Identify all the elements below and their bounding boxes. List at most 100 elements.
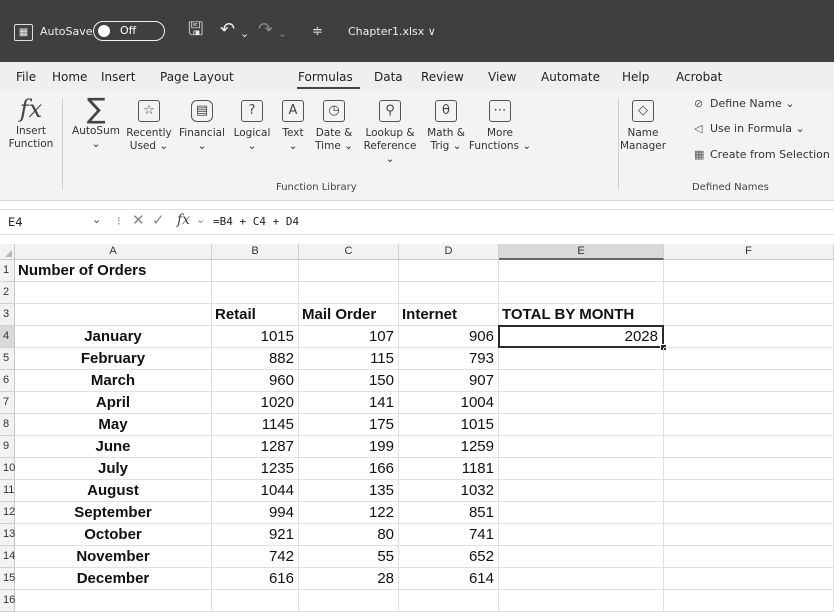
cell-c14[interactable]: 55 <box>299 546 399 568</box>
cell-f16[interactable] <box>664 590 834 612</box>
column-header-c[interactable]: C <box>299 244 399 260</box>
text-button[interactable]: A Text ⌄ <box>276 96 310 153</box>
cell-d9[interactable]: 1259 <box>399 436 499 458</box>
name-box-dropdown-icon[interactable]: ⌄ <box>92 213 101 226</box>
cell-d14[interactable]: 652 <box>399 546 499 568</box>
cell-e7[interactable] <box>499 392 664 414</box>
cell-f5[interactable] <box>664 348 834 370</box>
cell-d11[interactable]: 1032 <box>399 480 499 502</box>
fx-dropdown-icon[interactable]: ⌄ <box>196 213 205 226</box>
enter-check-icon[interactable]: ✓ <box>152 211 165 229</box>
cell-d12[interactable]: 851 <box>399 502 499 524</box>
tab-help[interactable]: Help <box>622 70 649 84</box>
date-time-button[interactable]: ◷ Date & Time ⌄ <box>312 96 356 153</box>
redo-dropdown-icon[interactable]: ⌄ <box>278 24 287 44</box>
cell-a2[interactable] <box>15 282 212 304</box>
customize-qat-icon[interactable]: ≑ <box>312 22 323 42</box>
tab-page-layout[interactable]: Page Layout <box>160 70 234 84</box>
cell-c16[interactable] <box>299 590 399 612</box>
cell-a11[interactable]: August <box>15 480 212 502</box>
drag-handle-icon[interactable]: ⁝ <box>117 214 121 228</box>
cell-b13[interactable]: 921 <box>212 524 299 546</box>
cell-a4[interactable]: January <box>15 326 212 348</box>
select-all-corner[interactable] <box>0 244 15 260</box>
cell-e2[interactable] <box>499 282 664 304</box>
cell-c5[interactable]: 115 <box>299 348 399 370</box>
cell-e1[interactable] <box>499 260 664 282</box>
name-manager-button[interactable]: ◇ Name Manager <box>620 96 666 153</box>
cell-f10[interactable] <box>664 458 834 480</box>
cell-f13[interactable] <box>664 524 834 546</box>
cell-b14[interactable]: 742 <box>212 546 299 568</box>
row-header[interactable]: 15 <box>0 568 15 590</box>
cell-c13[interactable]: 80 <box>299 524 399 546</box>
cell-b2[interactable] <box>212 282 299 304</box>
row-header[interactable]: 16 <box>0 590 15 612</box>
cell-f1[interactable] <box>664 260 834 282</box>
cell-b12[interactable]: 994 <box>212 502 299 524</box>
row-header[interactable]: 11 <box>0 480 15 502</box>
cell-c1[interactable] <box>299 260 399 282</box>
recently-used-button[interactable]: ☆ Recently Used ⌄ <box>124 96 174 153</box>
cell-e15[interactable] <box>499 568 664 590</box>
cell-f4[interactable] <box>664 326 834 348</box>
cell-c8[interactable]: 175 <box>299 414 399 436</box>
cell-e9[interactable] <box>499 436 664 458</box>
file-name[interactable]: Chapter1.xlsx ∨ <box>348 25 436 38</box>
cell-b8[interactable]: 1145 <box>212 414 299 436</box>
row-header[interactable]: 4 <box>0 326 15 348</box>
cell-e14[interactable] <box>499 546 664 568</box>
cell-e13[interactable] <box>499 524 664 546</box>
tab-automate[interactable]: Automate <box>541 70 600 84</box>
cell-f7[interactable] <box>664 392 834 414</box>
cell-a9[interactable]: June <box>15 436 212 458</box>
autosave-toggle[interactable]: Off <box>93 21 165 41</box>
redo-icon[interactable]: ↷ <box>258 20 273 40</box>
column-header-a[interactable]: A <box>15 244 212 260</box>
insert-function-fx-icon[interactable]: fx <box>177 212 190 228</box>
tab-file[interactable]: File <box>16 70 36 84</box>
cell-d13[interactable]: 741 <box>399 524 499 546</box>
cell-c6[interactable]: 150 <box>299 370 399 392</box>
cell-e6[interactable] <box>499 370 664 392</box>
cell-a13[interactable]: October <box>15 524 212 546</box>
row-header[interactable]: 8 <box>0 414 15 436</box>
more-functions-button[interactable]: ⋯ More Functions ⌄ <box>468 96 532 153</box>
cell-f11[interactable] <box>664 480 834 502</box>
define-name-button[interactable]: ⊘ Define Name ⌄ <box>694 97 795 110</box>
cell-d7[interactable]: 1004 <box>399 392 499 414</box>
column-header-e[interactable]: E <box>499 244 664 260</box>
cell-a12[interactable]: September <box>15 502 212 524</box>
tab-home[interactable]: Home <box>52 70 87 84</box>
create-from-selection-button[interactable]: ▦ Create from Selection <box>694 148 830 161</box>
cell-a8[interactable]: May <box>15 414 212 436</box>
row-header[interactable]: 9 <box>0 436 15 458</box>
cell-c15[interactable]: 28 <box>299 568 399 590</box>
cell-b4[interactable]: 1015 <box>212 326 299 348</box>
cell-d5[interactable]: 793 <box>399 348 499 370</box>
cell-d3[interactable]: Internet <box>399 304 499 326</box>
logical-button[interactable]: ? Logical ⌄ <box>230 96 274 153</box>
column-header-d[interactable]: D <box>399 244 499 260</box>
tab-data[interactable]: Data <box>374 70 403 84</box>
insert-function-button[interactable]: fx Insert Function <box>4 96 58 151</box>
row-header[interactable]: 7 <box>0 392 15 414</box>
use-in-formula-button[interactable]: ◁ Use in Formula ⌄ <box>694 122 805 135</box>
cell-e3[interactable]: TOTAL BY MONTH <box>499 304 664 326</box>
cell-b10[interactable]: 1235 <box>212 458 299 480</box>
cell-a3[interactable] <box>15 304 212 326</box>
tab-review[interactable]: Review <box>421 70 464 84</box>
lookup-reference-button[interactable]: ⚲ Lookup & Reference ⌄ <box>358 96 422 166</box>
cell-a5[interactable]: February <box>15 348 212 370</box>
cell-d15[interactable]: 614 <box>399 568 499 590</box>
name-box[interactable]: E4 <box>8 215 23 229</box>
cell-e12[interactable] <box>499 502 664 524</box>
cell-d1[interactable] <box>399 260 499 282</box>
cancel-icon[interactable]: ✕ <box>132 211 145 229</box>
cell-d4[interactable]: 906 <box>399 326 499 348</box>
cell-f15[interactable] <box>664 568 834 590</box>
undo-dropdown-icon[interactable]: ⌄ <box>240 24 249 44</box>
column-header-b[interactable]: B <box>212 244 299 260</box>
cell-a15[interactable]: December <box>15 568 212 590</box>
cell-f12[interactable] <box>664 502 834 524</box>
